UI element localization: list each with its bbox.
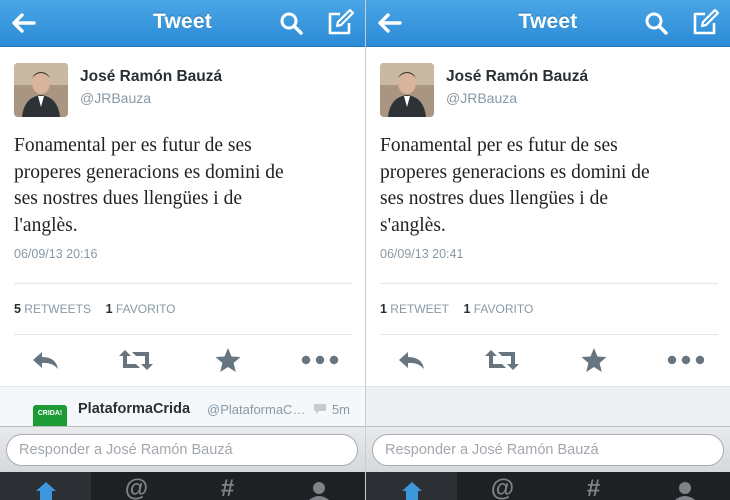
tab-home[interactable] (0, 472, 91, 500)
retweets-label: RETWEET (390, 302, 449, 316)
tab-bar: @ # (366, 472, 730, 500)
author-avatar[interactable] (14, 63, 68, 117)
tweet-timestamp: 06/09/13 20:41 (380, 247, 464, 261)
tweet-line: l'anglès. (14, 214, 78, 236)
author-name[interactable]: José Ramón Bauzá (80, 68, 222, 86)
profile-icon (308, 482, 329, 500)
retweet-icon[interactable] (118, 346, 154, 374)
retweets-count: 5 (14, 302, 21, 316)
reply-time: 5m (331, 402, 350, 417)
profile-icon (674, 482, 695, 500)
tab-home[interactable] (366, 472, 457, 500)
retweets-label: RETWEETS (24, 302, 91, 316)
tweet-line: Fonamental per es futur de ses (380, 135, 618, 156)
tweet-actions (366, 343, 730, 379)
author-photo (14, 63, 68, 117)
more-options-icon[interactable] (300, 346, 340, 374)
divider (380, 283, 718, 284)
retweet-icon[interactable] (484, 346, 520, 374)
author-avatar[interactable] (380, 63, 434, 117)
reply-icon[interactable] (396, 346, 426, 374)
tweet-line: s'anglès. (380, 214, 446, 236)
tweet-actions (0, 343, 365, 379)
tab-connect[interactable]: @ (457, 472, 548, 500)
compose-icon[interactable] (691, 9, 719, 37)
tweet-line: ses nostres dues llengües i de (380, 188, 609, 209)
tweet-line: Fonamental per es futur de ses (14, 135, 252, 156)
author-handle[interactable]: @JRBauza (80, 90, 151, 106)
tweet-line: ses nostres dues llengües i de (14, 188, 243, 209)
tweet-text: Fonamental per es futur de ses properes … (380, 133, 715, 239)
favorite-icon[interactable] (580, 346, 608, 374)
favorites-label: FAVORITO (115, 302, 176, 316)
tab-me[interactable] (273, 472, 364, 500)
discover-icon: # (586, 475, 601, 500)
engagement-counts[interactable]: 1 RETWEET 1 FAVORITO (380, 302, 533, 316)
tab-bar: @ # (0, 472, 365, 500)
more-options-icon[interactable] (666, 346, 706, 374)
tweet-line: properes generacions es domini de (380, 161, 650, 183)
screenshot-comparison: Tweet José Ramón Bauzá @JRBauza Fonament… (0, 0, 730, 500)
tweet-timestamp: 06/09/13 20:16 (14, 247, 98, 261)
page-title: Tweet (518, 10, 578, 33)
search-icon[interactable] (644, 11, 668, 35)
page-title: Tweet (153, 10, 212, 33)
mentions-icon: @ (124, 475, 149, 500)
tab-discover[interactable]: # (548, 472, 639, 500)
tweet-screen-right: Tweet José Ramón Bauzá @JRBauza Fonament… (365, 0, 730, 500)
reply-bar (366, 426, 730, 472)
mentions-icon: @ (490, 475, 515, 500)
tweet-screen-left: Tweet José Ramón Bauzá @JRBauza Fonament… (0, 0, 365, 500)
search-icon[interactable] (279, 11, 303, 35)
divider (14, 283, 353, 284)
reply-input[interactable] (372, 434, 724, 466)
navigation-bar: Tweet (0, 0, 365, 47)
home-icon (401, 482, 422, 500)
author-name[interactable]: José Ramón Bauzá (446, 68, 588, 86)
home-icon (35, 482, 56, 500)
reply-bar (0, 426, 365, 472)
divider (14, 334, 353, 335)
favorites-count: 1 (105, 302, 113, 316)
divider (380, 334, 718, 335)
empty-replies-area (366, 386, 730, 426)
compose-icon[interactable] (326, 9, 354, 37)
reply-icon[interactable] (30, 346, 60, 374)
favorites-count: 1 (463, 302, 471, 316)
reply-preview[interactable]: CRIDA! PlataformaCrida @PlataformaC… 5m (0, 386, 365, 435)
conversation-icon (314, 404, 326, 414)
favorites-label: FAVORITO (473, 302, 534, 316)
tab-me[interactable] (639, 472, 730, 500)
reply-author-handle: @PlataformaC… (207, 402, 306, 417)
tab-connect[interactable]: @ (91, 472, 182, 500)
favorite-icon[interactable] (214, 346, 242, 374)
author-photo (380, 63, 434, 117)
author-handle[interactable]: @JRBauza (446, 90, 517, 106)
engagement-counts[interactable]: 5 RETWEETS 1 FAVORITO (14, 302, 176, 316)
tweet-text: Fonamental per es futur de ses properes … (14, 133, 349, 239)
tweet-line: properes generacions es domini de (14, 161, 284, 183)
discover-icon: # (220, 475, 235, 500)
tab-discover[interactable]: # (182, 472, 273, 500)
reply-input[interactable] (6, 434, 358, 466)
retweets-count: 1 (380, 302, 387, 316)
navigation-bar: Tweet (366, 0, 730, 47)
reply-author-name: PlataformaCrida (78, 401, 191, 417)
